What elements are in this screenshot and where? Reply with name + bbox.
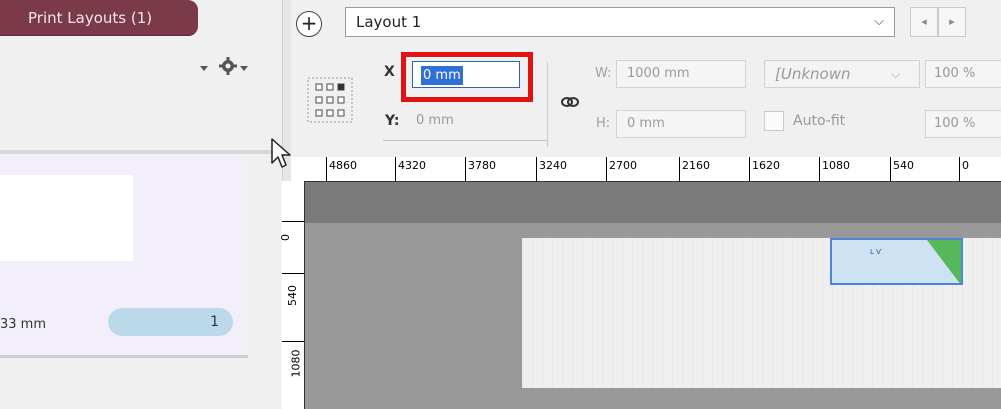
link-icon[interactable]	[560, 95, 580, 109]
width-input[interactable]: 1000 mm	[616, 60, 746, 88]
layout-item-label: L Ѵ	[870, 248, 882, 256]
ruler-tick	[606, 157, 607, 181]
print-layouts-tab[interactable]: Print Layouts (1)	[0, 0, 198, 36]
ruler-tick	[282, 273, 304, 274]
ruler-label: 0	[279, 234, 292, 241]
field-divider	[547, 62, 548, 147]
pages-separator	[0, 355, 248, 358]
layout-item-corner	[927, 240, 961, 283]
layout-select-value: Layout 1	[356, 13, 422, 31]
chevron-down-icon: ⌵	[874, 14, 884, 29]
ruler-tick	[959, 157, 960, 181]
y-position-input[interactable]: 0 mm	[416, 113, 454, 128]
ruler-tick	[326, 157, 327, 181]
canvas-pasteboard	[304, 181, 1001, 223]
ruler-label: 0	[962, 159, 969, 172]
ruler-corner	[291, 157, 309, 182]
panel-separator	[0, 150, 282, 154]
ruler-label: 4860	[329, 159, 357, 172]
scale-width-value: 100 %	[934, 66, 976, 81]
next-layout-button[interactable]: ▸	[938, 7, 966, 37]
ruler-label: 3780	[468, 159, 496, 172]
page-number-pill[interactable]: 1	[108, 308, 233, 336]
print-layouts-tab-label: Print Layouts (1)	[28, 9, 153, 27]
scale-height-value: 100 %	[934, 116, 976, 131]
ruler-label: 2160	[682, 159, 710, 172]
scale-height-input[interactable]: 100 %	[925, 110, 1001, 138]
ruler-label: 4320	[398, 159, 426, 172]
horizontal-ruler[interactable]: 4860 4320 3780 3240 2700 2160 1620 1080 …	[309, 157, 1001, 182]
ruler-label: 1080	[822, 159, 850, 172]
page-size-label: 33 mm	[0, 317, 47, 332]
ruler-label: 540	[893, 159, 914, 172]
width-value: 1000 mm	[627, 66, 690, 81]
height-label: H:	[596, 116, 611, 131]
vertical-ruler[interactable]: 0 540 1080	[279, 181, 305, 409]
autofit-checkbox[interactable]	[764, 111, 784, 131]
scale-width-input[interactable]: 100 %	[925, 60, 1001, 88]
previous-layout-button[interactable]: ◂	[910, 7, 938, 37]
ruler-label: 1620	[752, 159, 780, 172]
ruler-tick	[819, 157, 820, 181]
gear-icon	[219, 57, 237, 75]
y-label: Y:	[385, 113, 400, 129]
ruler-tick	[282, 341, 304, 342]
ruler-tick	[679, 157, 680, 181]
ruler-label: 2700	[609, 159, 637, 172]
ruler-tick	[395, 157, 396, 181]
ruler-tick	[890, 157, 891, 181]
units-value: [Unknown	[775, 65, 851, 83]
ruler-tick	[749, 157, 750, 181]
chevron-down-icon	[240, 66, 248, 71]
page-number: 1	[210, 314, 219, 330]
y-field-underline	[383, 140, 548, 141]
layout-select[interactable]: Layout 1 ⌵	[345, 7, 895, 37]
ruler-label: 540	[286, 285, 299, 306]
width-label: W:	[595, 66, 612, 81]
page-thumbnail[interactable]	[0, 175, 133, 261]
layout-item[interactable]: L Ѵ	[830, 238, 963, 285]
chevron-down-icon	[200, 66, 208, 71]
mouse-cursor-icon	[270, 137, 292, 171]
ruler-tick	[536, 157, 537, 181]
ruler-label: 1080	[289, 349, 303, 378]
reference-point-icon[interactable]	[302, 72, 358, 128]
autofit-label: Auto-fit	[793, 113, 846, 129]
height-value: 0 mm	[627, 116, 665, 131]
x-position-input[interactable]: 0 mm	[412, 61, 520, 88]
ruler-label: 3240	[539, 159, 567, 172]
height-input[interactable]: 0 mm	[616, 110, 746, 138]
x-label: X	[384, 64, 395, 80]
x-position-value: 0 mm	[421, 66, 463, 85]
ruler-tick	[465, 157, 466, 181]
units-select[interactable]: [Unknown ⌵	[764, 60, 920, 88]
panel-tools	[190, 56, 270, 76]
chevron-down-icon: ⌵	[891, 67, 901, 81]
ruler-tick	[282, 221, 304, 222]
add-layout-button[interactable]: +	[296, 11, 322, 37]
panel-menu-icons[interactable]	[190, 56, 270, 78]
